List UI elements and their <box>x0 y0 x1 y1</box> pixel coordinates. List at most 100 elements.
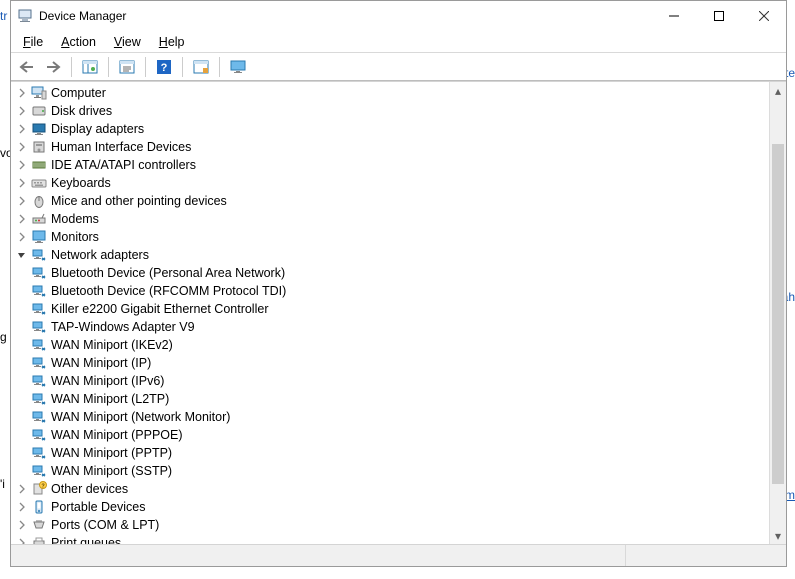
display-monitor-button[interactable] <box>226 56 250 78</box>
tree-item[interactable]: Disk drives <box>15 102 769 120</box>
tree-item[interactable]: ? Other devices <box>15 480 769 498</box>
monitor-icon <box>31 229 47 245</box>
network-icon <box>31 391 47 407</box>
hid-icon <box>31 139 47 155</box>
other-icon: ? <box>31 481 47 497</box>
tree-item[interactable]: Monitors <box>15 228 769 246</box>
tree-item-label: Network adapters <box>51 248 149 262</box>
tree-item[interactable]: Network adapters <box>15 246 769 264</box>
tree-item[interactable]: Mice and other pointing devices <box>15 192 769 210</box>
network-icon <box>31 463 47 479</box>
toolbar-separator <box>108 57 109 77</box>
scroll-thumb[interactable] <box>772 144 784 484</box>
vertical-scrollbar[interactable]: ▴ ▾ <box>769 82 786 544</box>
expand-icon[interactable] <box>15 122 29 136</box>
tree-item-label: WAN Miniport (PPTP) <box>51 446 172 460</box>
close-button[interactable] <box>741 1 786 31</box>
expand-icon[interactable] <box>15 482 29 496</box>
refresh-button[interactable] <box>189 56 213 78</box>
device-manager-window: Device Manager File Action View Help ? <box>10 0 787 567</box>
tree-item[interactable]: WAN Miniport (Network Monitor) <box>15 408 769 426</box>
tree-item-label: Portable Devices <box>51 500 146 514</box>
tree-item-label: Bluetooth Device (Personal Area Network) <box>51 266 285 280</box>
back-button[interactable] <box>15 56 39 78</box>
tree-item-label: IDE ATA/ATAPI controllers <box>51 158 196 172</box>
expand-icon[interactable] <box>15 194 29 208</box>
tree-item-label: Disk drives <box>51 104 112 118</box>
tree-item[interactable]: Display adapters <box>15 120 769 138</box>
tree-item[interactable]: WAN Miniport (PPTP) <box>15 444 769 462</box>
tree-item[interactable]: IDE ATA/ATAPI controllers <box>15 156 769 174</box>
help-button[interactable]: ? <box>152 56 176 78</box>
tree-item-label: WAN Miniport (Network Monitor) <box>51 410 230 424</box>
tree-item[interactable]: WAN Miniport (IKEv2) <box>15 336 769 354</box>
expand-icon[interactable] <box>15 230 29 244</box>
toolbar-separator <box>71 57 72 77</box>
tree-item-label: Keyboards <box>51 176 111 190</box>
properties-button[interactable] <box>115 56 139 78</box>
network-icon <box>31 355 47 371</box>
modem-icon <box>31 211 47 227</box>
expand-icon[interactable] <box>15 536 29 544</box>
tree-item[interactable]: Ports (COM & LPT) <box>15 516 769 534</box>
network-icon <box>31 265 47 281</box>
tree-item-label: TAP-Windows Adapter V9 <box>51 320 195 334</box>
expand-icon[interactable] <box>15 158 29 172</box>
tree-item-label: Print queues <box>51 536 121 544</box>
bg-text: tr <box>0 9 7 23</box>
collapse-icon[interactable] <box>15 248 29 262</box>
menu-help[interactable]: Help <box>151 33 193 51</box>
expand-icon[interactable] <box>15 86 29 100</box>
expand-icon[interactable] <box>15 212 29 226</box>
maximize-button[interactable] <box>696 1 741 31</box>
tree-item[interactable]: Human Interface Devices <box>15 138 769 156</box>
scroll-down-button[interactable]: ▾ <box>770 527 786 544</box>
expand-icon[interactable] <box>15 104 29 118</box>
menu-view[interactable]: View <box>106 33 149 51</box>
expand-icon[interactable] <box>15 140 29 154</box>
tree-item[interactable]: Bluetooth Device (Personal Area Network) <box>15 264 769 282</box>
expand-icon[interactable] <box>15 500 29 514</box>
tree-item[interactable]: WAN Miniport (SSTP) <box>15 462 769 480</box>
tree-item[interactable]: Computer <box>15 84 769 102</box>
mouse-icon <box>31 193 47 209</box>
device-tree[interactable]: Computer Disk drives Display adaptersHuman… <box>11 82 769 544</box>
minimize-button[interactable] <box>651 1 696 31</box>
tree-item[interactable]: WAN Miniport (IP) <box>15 354 769 372</box>
titlebar[interactable]: Device Manager <box>11 1 786 31</box>
tree-item[interactable]: WAN Miniport (PPPOE) <box>15 426 769 444</box>
forward-button[interactable] <box>41 56 65 78</box>
statusbar <box>11 544 786 566</box>
network-icon <box>31 283 47 299</box>
status-cell <box>626 545 786 566</box>
tree-item[interactable]: TAP-Windows Adapter V9 <box>15 318 769 336</box>
portable-icon <box>31 499 47 515</box>
tree-item[interactable]: Killer e2200 Gigabit Ethernet Controller <box>15 300 769 318</box>
expand-icon[interactable] <box>15 518 29 532</box>
toolbar-separator <box>145 57 146 77</box>
tree-item[interactable]: Bluetooth Device (RFCOMM Protocol TDI) <box>15 282 769 300</box>
toolbar: ? <box>11 53 786 81</box>
disk-icon <box>31 103 47 119</box>
tree-item[interactable]: WAN Miniport (L2TP) <box>15 390 769 408</box>
expand-icon[interactable] <box>15 176 29 190</box>
tree-item[interactable]: WAN Miniport (IPv6) <box>15 372 769 390</box>
display-icon <box>31 121 47 137</box>
tree-item[interactable]: Keyboards <box>15 174 769 192</box>
window-controls <box>651 1 786 31</box>
tree-item-label: Modems <box>51 212 99 226</box>
tree-item[interactable]: Modems <box>15 210 769 228</box>
tree-item-label: Other devices <box>51 482 128 496</box>
network-icon <box>31 319 47 335</box>
tree-item[interactable]: Portable Devices <box>15 498 769 516</box>
port-icon <box>31 517 47 533</box>
show-hide-tree-button[interactable] <box>78 56 102 78</box>
tree-item-label: Bluetooth Device (RFCOMM Protocol TDI) <box>51 284 286 298</box>
scroll-up-button[interactable]: ▴ <box>770 82 786 99</box>
menu-action[interactable]: Action <box>53 33 104 51</box>
menu-file[interactable]: File <box>15 33 51 51</box>
toolbar-separator <box>219 57 220 77</box>
window-title: Device Manager <box>39 9 651 23</box>
status-cell <box>11 545 626 566</box>
tree-item[interactable]: Print queues <box>15 534 769 544</box>
